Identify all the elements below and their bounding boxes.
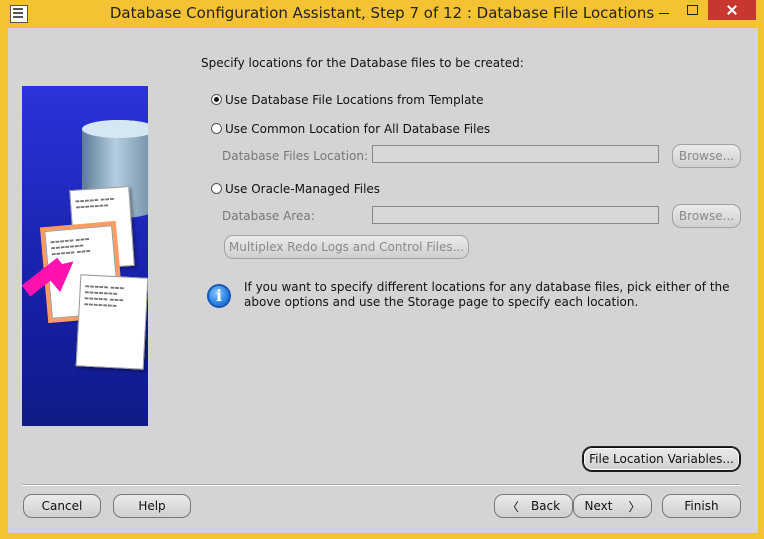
instructions-text: Specify locations for the Database files… [201,56,524,70]
info-icon: i [207,284,231,308]
title-bar: Database Configuration Assistant, Step 7… [0,0,764,28]
next-button-label: Next [584,499,613,513]
common-location-radio[interactable] [211,123,222,134]
cancel-button[interactable]: Cancel [23,494,101,518]
application-window: Database Configuration Assistant, Step 7… [0,0,764,539]
database-files-location-field [372,145,659,163]
chevron-left-icon: 〈 [506,499,519,514]
database-area-label: Database Area: [222,209,315,223]
back-button-label: Back [530,499,561,513]
database-illustration: ▬▬▬▬▬ ▬▬▬ ▬▬▬▬▬▬▬ ▬▬▬▬▬ ▬▬▬ ▬▬▬▬▬▬▬ ▬▬▬▬▬ ▬… [22,86,148,426]
common-location-label[interactable]: Use Common Location for All Database Fil… [225,122,490,136]
database-files-location-label: Database Files Location: [222,149,369,163]
back-button[interactable]: 〈 Back [494,494,573,518]
document-image-front: ▬▬▬▬▬ ▬▬▬ ▬▬▬▬▬▬▬ ▬▬▬▬▬ ▬▬▬ ▬▬▬▬▬▬▬ [75,274,148,370]
template-location-label[interactable]: Use Database File Locations from Templat… [225,93,484,107]
database-area-field [372,206,659,224]
footer-separator [22,484,741,485]
next-button[interactable]: Next 〉 [573,494,652,518]
oracle-managed-files-radio[interactable] [211,183,222,194]
chevron-right-icon: 〉 [628,499,641,514]
dialog-content: ▬▬▬▬▬ ▬▬▬ ▬▬▬▬▬▬▬ ▬▬▬▬▬ ▬▬▬ ▬▬▬▬▬▬▬ ▬▬▬▬▬ ▬… [8,28,758,533]
database-files-browse-button: Browse... [672,144,741,168]
file-location-variables-button[interactable]: File Location Variables... [583,447,740,471]
maximize-button[interactable] [678,0,706,20]
multiplex-redo-logs-button: Multiplex Redo Logs and Control Files... [224,235,469,259]
oracle-managed-files-label[interactable]: Use Oracle-Managed Files [225,182,380,196]
close-button[interactable] [708,0,756,20]
template-location-radio[interactable] [211,94,222,105]
finish-button[interactable]: Finish [662,494,741,518]
info-message-line-2: above options and use the Storage page t… [244,295,639,309]
help-button[interactable]: Help [113,494,191,518]
info-message-line-1: If you want to specify different locatio… [244,280,730,294]
database-area-browse-button: Browse... [672,204,741,228]
minimize-button[interactable] [650,0,678,20]
